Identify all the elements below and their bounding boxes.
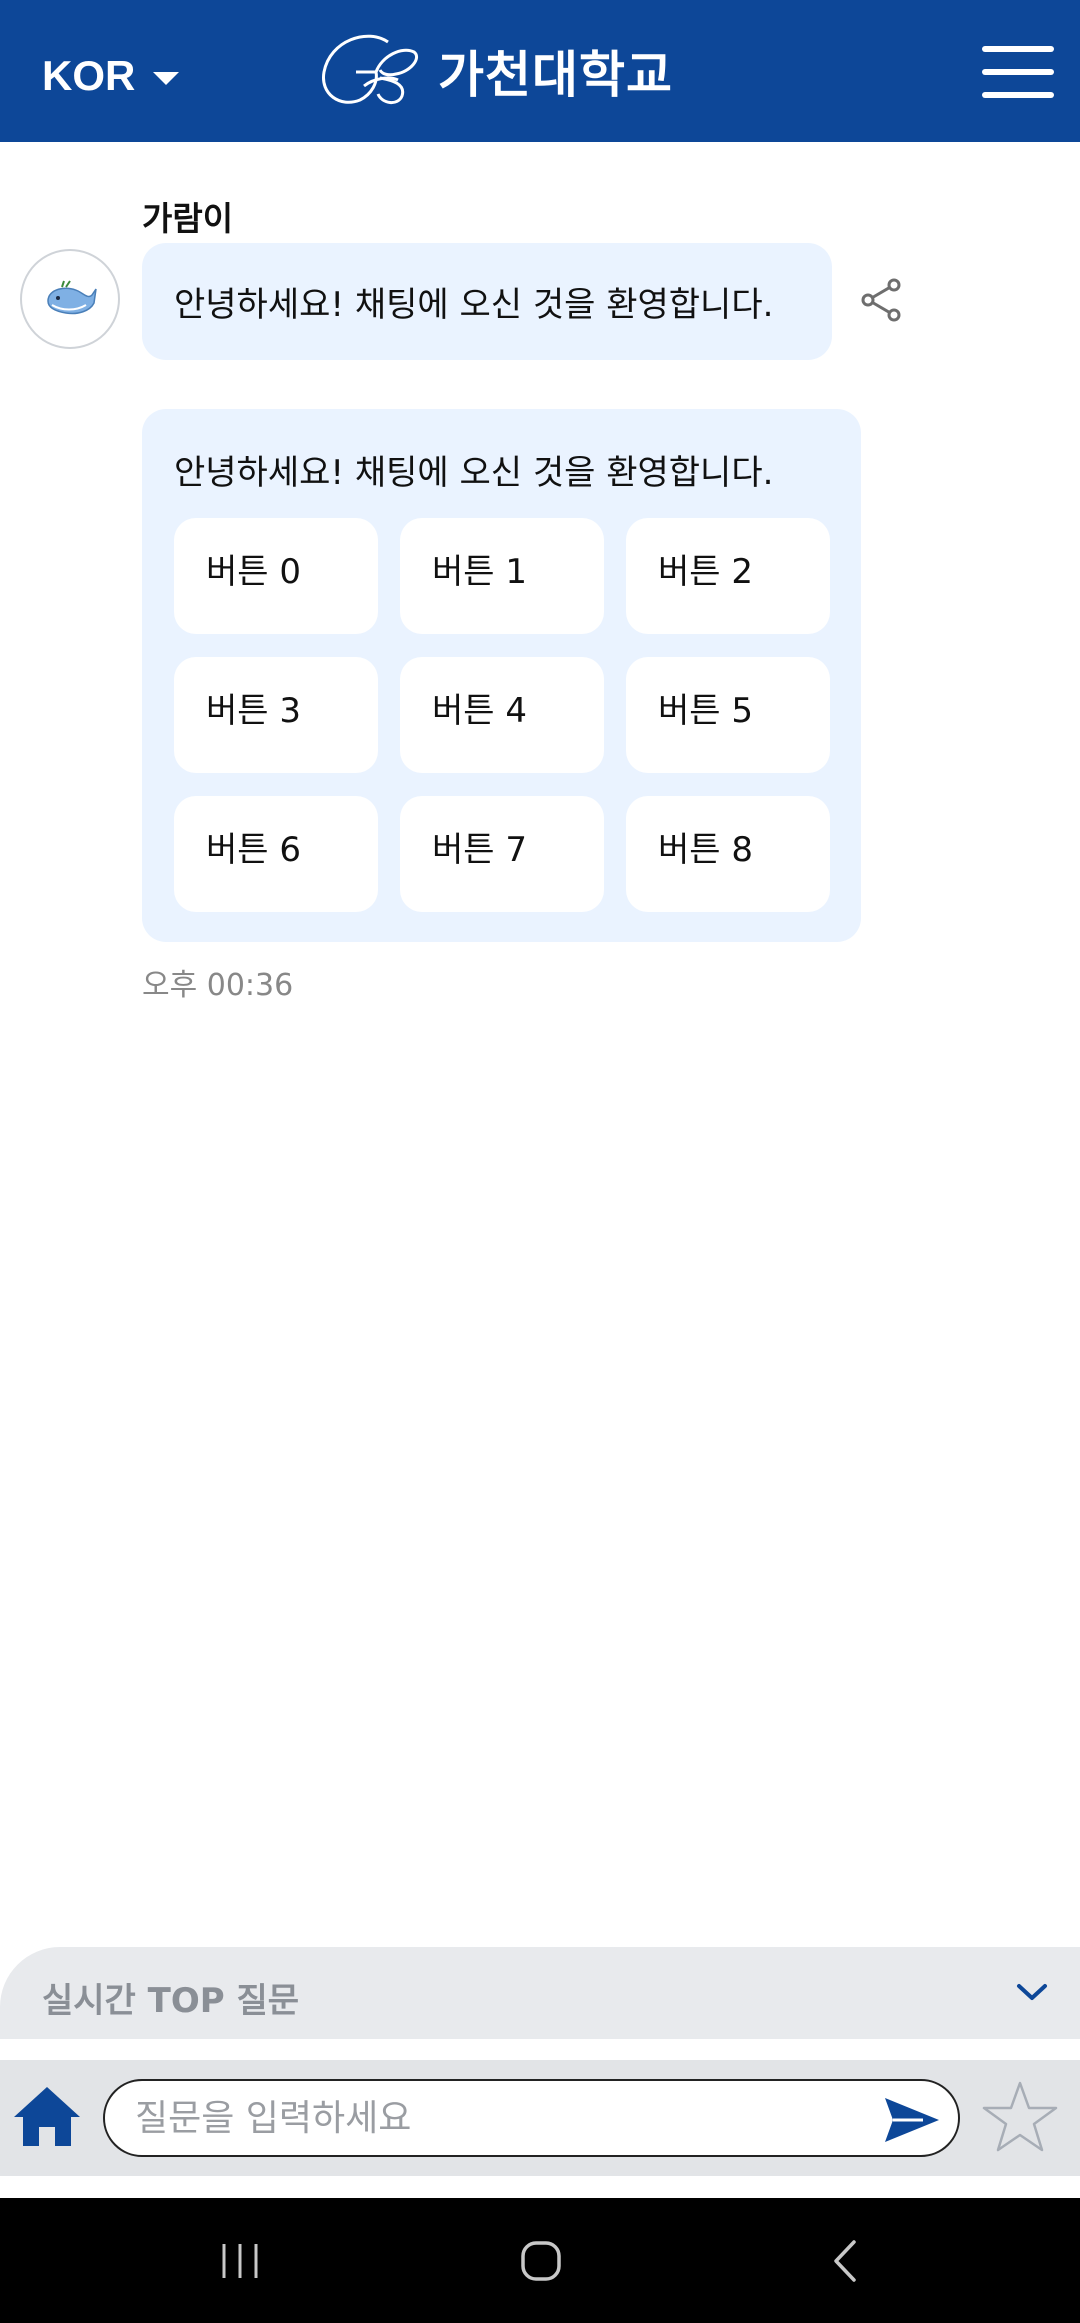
sender-name: 가람이 [142, 199, 234, 238]
message-timestamp: 오후 00:36 [142, 968, 294, 1003]
brand-name: 가천대학교 [438, 46, 673, 104]
button-card-bubble: 안녕하세요! 채팅에 오신 것을 환영합니다. 버튼 0 버튼 1 버튼 2 버… [142, 409, 861, 942]
message-input-bar [0, 2060, 1080, 2176]
menu-line [982, 92, 1054, 98]
bottom-spacer [0, 2176, 1080, 2198]
recent-apps-icon[interactable] [218, 2242, 262, 2280]
quick-reply-button[interactable]: 버튼 8 [626, 796, 830, 912]
star-icon[interactable] [982, 2080, 1058, 2154]
share-icon[interactable] [858, 276, 906, 324]
question-input[interactable] [135, 2089, 855, 2147]
quick-reply-button[interactable]: 버튼 6 [174, 796, 378, 912]
language-label: KOR [42, 52, 136, 99]
hamburger-menu-icon[interactable] [982, 46, 1054, 98]
top-questions-label: 실시간 TOP 질문 [42, 1981, 300, 2021]
quick-reply-button[interactable]: 버튼 0 [174, 518, 378, 634]
greeting-text: 안녕하세요! 채팅에 오신 것을 환영합니다. [174, 285, 774, 325]
menu-line [982, 46, 1054, 52]
home-icon[interactable] [12, 2083, 82, 2149]
quick-reply-button[interactable]: 버튼 3 [174, 657, 378, 773]
app-header: KOR 가천대학교 [0, 0, 1080, 142]
question-input-field[interactable] [103, 2079, 960, 2157]
system-navigation-bar [0, 2198, 1080, 2323]
quick-reply-button[interactable]: 버튼 1 [400, 518, 604, 634]
caret-down-icon [153, 71, 180, 85]
whale-mascot-icon [47, 280, 97, 315]
chevron-down-icon[interactable] [1014, 1977, 1050, 2007]
chat-app: KOR 가천대학교 가람이 안녕하세요! 채팅에 오신 것을 환영합니다. 안녕… [0, 0, 1080, 2323]
back-icon[interactable] [830, 2238, 860, 2284]
bot-avatar [20, 249, 120, 349]
university-logo[interactable]: 가천대학교 [318, 28, 673, 114]
gachon-emblem-icon [322, 34, 419, 104]
quick-reply-button[interactable]: 버튼 4 [400, 657, 604, 773]
system-home-icon[interactable] [520, 2240, 562, 2282]
menu-line [982, 69, 1054, 75]
language-selector[interactable]: KOR [42, 48, 180, 104]
quick-reply-button[interactable]: 버튼 5 [626, 657, 830, 773]
quick-reply-grid: 버튼 0 버튼 1 버튼 2 버튼 3 버튼 4 버튼 5 버튼 6 버튼 7 … [174, 518, 830, 912]
top-questions-bar[interactable]: 실시간 TOP 질문 [0, 1947, 1080, 2039]
send-icon[interactable] [883, 2095, 941, 2145]
quick-reply-button[interactable]: 버튼 7 [400, 796, 604, 912]
quick-reply-button[interactable]: 버튼 2 [626, 518, 830, 634]
greeting-bubble: 안녕하세요! 채팅에 오신 것을 환영합니다. [142, 243, 832, 360]
card-message-text: 안녕하세요! 채팅에 오신 것을 환영합니다. [174, 453, 774, 493]
